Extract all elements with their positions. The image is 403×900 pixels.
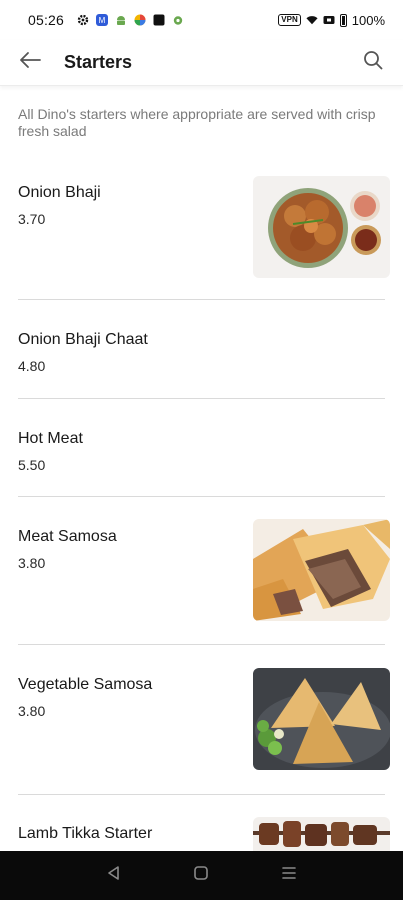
item-text: Meat Samosa 3.80 <box>18 497 117 644</box>
menu-item-hot-meat[interactable]: Hot Meat 5.50 <box>18 399 385 497</box>
square-home-icon <box>193 865 209 886</box>
menu-list: Onion Bhaji 3.70 Onion Bhaji Chaat 4.80 … <box>0 150 403 900</box>
battery-saver-icon <box>323 14 335 26</box>
settings-gear-icon <box>77 14 89 26</box>
item-name: Lamb Tikka Starter <box>18 825 153 842</box>
system-navigation-bar <box>0 851 403 900</box>
battery-icon <box>339 13 347 27</box>
category-description: All Dino's starters where appropriate ar… <box>18 106 376 139</box>
item-price: 3.80 <box>18 703 46 719</box>
app-notification-icon: M <box>96 14 109 26</box>
triangle-back-icon <box>106 865 122 886</box>
menu-lines-icon <box>281 865 297 886</box>
svg-text:M: M <box>99 16 106 25</box>
item-name: Hot Meat <box>18 430 83 447</box>
item-name: Onion Bhaji Chaat <box>18 331 148 348</box>
page-title: Starters <box>64 52 133 72</box>
menu-item-meat-samosa[interactable]: Meat Samosa 3.80 <box>18 497 390 645</box>
item-text: Vegetable Samosa 3.80 <box>18 645 152 794</box>
nav-recents-button[interactable] <box>269 856 309 896</box>
android-debug-icon <box>172 14 184 26</box>
menu-item-onion-bhaji-chaat[interactable]: Onion Bhaji Chaat 4.80 <box>18 300 385 399</box>
item-price: 5.50 <box>18 457 46 473</box>
status-bar: 05:26 M VPN 100% <box>0 0 403 40</box>
item-text: Onion Bhaji Chaat 4.80 <box>18 300 148 398</box>
search-button[interactable] <box>343 40 403 86</box>
vpn-badge: VPN <box>278 14 301 26</box>
item-price: 3.70 <box>18 211 46 227</box>
item-text: Hot Meat 5.50 <box>18 399 83 496</box>
item-price: 4.80 <box>18 358 46 374</box>
app-square-icon <box>153 14 165 26</box>
item-name: Meat Samosa <box>18 528 117 545</box>
back-button[interactable] <box>0 40 60 86</box>
photos-icon <box>134 14 146 26</box>
nav-home-button[interactable] <box>181 856 221 896</box>
vegetable-samosa-photo <box>253 668 390 770</box>
status-left: 05:26 M <box>28 12 184 28</box>
app-bar: Starters <box>0 40 403 86</box>
onion-bhaji-photo <box>253 176 390 278</box>
item-name: Onion Bhaji <box>18 184 101 201</box>
wifi-icon <box>306 14 318 26</box>
status-time: 05:26 <box>28 12 65 28</box>
android-icon <box>115 14 127 26</box>
item-price: 3.80 <box>18 555 46 571</box>
item-text: Onion Bhaji 3.70 <box>18 150 101 299</box>
nav-back-button[interactable] <box>94 856 134 896</box>
item-name: Vegetable Samosa <box>18 676 153 693</box>
battery-percent: 100% <box>351 12 385 28</box>
arrow-left-icon <box>19 51 41 74</box>
menu-item-vegetable-samosa[interactable]: Vegetable Samosa 3.80 <box>18 645 390 795</box>
status-right: VPN 100% <box>278 13 385 28</box>
menu-item-onion-bhaji[interactable]: Onion Bhaji 3.70 <box>18 150 390 300</box>
search-icon <box>363 50 383 75</box>
meat-samosa-photo <box>253 519 390 621</box>
